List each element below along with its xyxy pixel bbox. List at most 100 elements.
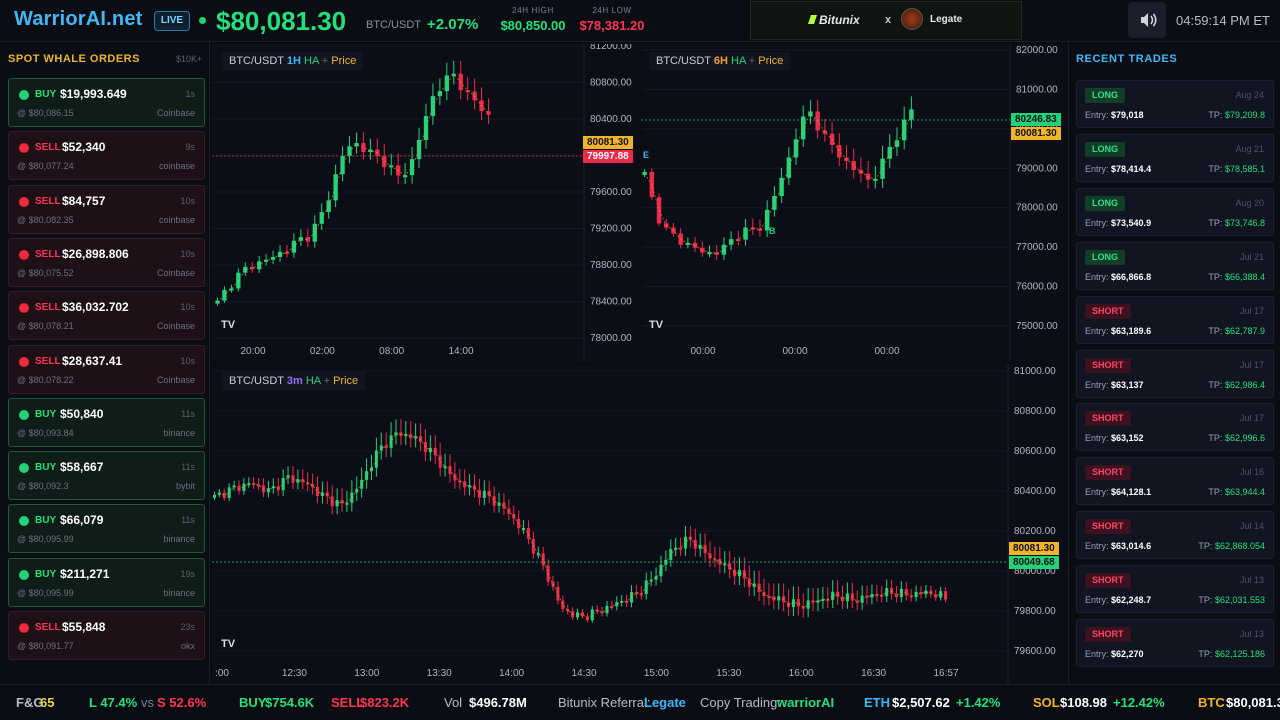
trade-card[interactable]: SHORT Jul 13 Entry: $62,270 TP: $62,125.186	[1076, 619, 1274, 667]
candle	[451, 73, 456, 76]
trade-entry: Entry: $62,248.7	[1085, 595, 1151, 605]
chart-1h-pair: BTC/USDT	[229, 55, 284, 67]
trade-card[interactable]: SHORT Jul 16 Entry: $64,128.1 TP: $63,944.4	[1076, 457, 1274, 506]
candle	[669, 549, 673, 560]
order-exchange: okx	[180, 641, 195, 651]
chart-6h-legend: BTC/USDT 6H HA + Price	[649, 52, 791, 70]
whale-order-card[interactable]: SELL $28,637.41 10s @ $80,078.22 Coinbase	[8, 344, 205, 394]
ticker-fg-value: 65	[40, 695, 55, 710]
candle	[423, 441, 427, 453]
order-price: @ $80,075.52	[17, 267, 74, 278]
trade-card[interactable]: SHORT Jul 17 Entry: $63,152 TP: $62,996.6	[1076, 403, 1274, 452]
whale-order-card[interactable]: SELL $36,032.702 10s @ $80,078.21 Coinbase	[8, 291, 205, 341]
candle	[281, 477, 285, 491]
trade-card[interactable]: SHORT Jul 14 Entry: $63,014.6 TP: $62,868.0…	[1076, 511, 1274, 560]
order-side: SELL	[35, 142, 61, 154]
current-price-tag: 80081.30	[583, 136, 633, 149]
order-exchange: Coinbase	[156, 374, 195, 385]
trade-tp-label: TP:	[1208, 325, 1223, 336]
trade-tp: TP: $62,031.553	[1198, 595, 1265, 605]
sound-toggle-button[interactable]	[1128, 2, 1166, 38]
order-price: @ $80,078.22	[17, 374, 74, 385]
candle	[752, 583, 756, 587]
buy-dot-icon	[19, 463, 29, 474]
trade-card[interactable]: SHORT Jul 13 Entry: $62,248.7 TP: $62,031.5…	[1076, 565, 1274, 614]
whale-order-card[interactable]: SELL $55,848 23s @ $80,091.77 okx	[8, 611, 205, 660]
order-price: @ $80,092.3	[17, 481, 69, 492]
y-axis-tick: 78800.00	[590, 260, 632, 271]
ticker-referral-value[interactable]: Legate	[644, 695, 686, 710]
whale-order-card[interactable]: BUY $19,993.649 1s @ $80,086.15 Coinbase	[8, 78, 205, 127]
whale-order-card[interactable]: SELL $52,340 9s @ $80,077.24 coinbase	[8, 131, 205, 181]
trade-entry: Entry: $73,540.9	[1085, 218, 1151, 228]
order-amount: $211,271	[60, 566, 110, 581]
candle	[212, 494, 216, 498]
trade-tp-label: TP:	[1198, 649, 1213, 659]
whale-order-card[interactable]: BUY $50,840 11s @ $80,093.84 binance	[8, 397, 205, 447]
chart-3m[interactable]: 81000.00 80800.00 80600.00 80400.00 80200.00…	[212, 364, 1066, 684]
x-axis-tick: 16:30	[861, 668, 886, 679]
chart-3m-plus: +	[323, 375, 331, 387]
whale-order-card[interactable]: BUY $211,271 19s @ $80,095.99 binance	[8, 557, 205, 607]
trade-card[interactable]: LONG Jul 21 Entry: $66,866.8 TP: $66,388.4	[1076, 241, 1274, 290]
trade-tp-label: TP:	[1198, 541, 1213, 552]
order-exchange: Coinbase	[156, 108, 195, 118]
chart-1h-canvas[interactable]: 81200.0080800.0080400.0080000.0079600.00…	[212, 44, 640, 362]
order-amount: $28,637.41	[62, 353, 123, 368]
x-axis-tick: 14:00	[499, 668, 524, 679]
candle	[747, 578, 751, 587]
ticker-vs: vs	[141, 695, 154, 710]
y-axis-tick: 80600.00	[1014, 446, 1056, 457]
trade-entry-label: Entry:	[1085, 487, 1109, 498]
ticker-copy-value[interactable]: warriorAI	[777, 695, 834, 710]
whale-order-card[interactable]: SELL $26,898.806 10s @ $80,075.52 Coinbase	[8, 237, 205, 287]
clock: 04:59:14 PM ET	[1176, 13, 1270, 28]
order-amount: $19,993.649	[60, 87, 127, 101]
chart-1h[interactable]: 81200.0080800.0080400.0080000.0079600.00…	[212, 44, 640, 362]
trade-card[interactable]: LONG Aug 24 Entry: $79,018 TP: $79,209.8	[1076, 80, 1274, 128]
trade-card[interactable]: LONG Aug 20 Entry: $73,540.9 TP: $73,746.8	[1076, 187, 1274, 236]
whale-order-card[interactable]: BUY $66,079 11s @ $80,095.99 binance	[8, 504, 205, 554]
chart-3m-price-label: Price	[333, 375, 359, 387]
trade-entry: Entry: $78,414.4	[1085, 164, 1151, 174]
trade-date: Jul 14	[1239, 521, 1264, 532]
trade-card[interactable]: SHORT Jul 17 Entry: $63,137 TP: $62,986.4	[1076, 349, 1274, 398]
order-amount: $50,840	[60, 406, 104, 421]
tradingview-logo-icon: TV	[221, 638, 236, 650]
order-side: SELL	[35, 195, 61, 207]
trade-tp-value: $78,585.1	[1224, 163, 1265, 174]
ticker-referral-label: Bitunix Referral:	[558, 695, 651, 710]
trade-date: Aug 21	[1235, 143, 1264, 154]
sell-dot-icon	[19, 143, 29, 154]
trade-date: Jul 17	[1239, 305, 1264, 316]
candle	[743, 227, 748, 240]
trade-tp: TP: $66,388.4	[1208, 272, 1265, 282]
trade-card[interactable]: LONG Aug 21 Entry: $78,414.4 TP: $78,585.1	[1076, 133, 1274, 182]
chart-3m-canvas[interactable]: 81000.00 80800.00 80600.00 80400.00 80200.00…	[212, 364, 1066, 684]
x-axis-tick: 20:00	[240, 346, 265, 357]
trade-date: Jul 21	[1239, 251, 1264, 262]
chart-3m-pair: BTC/USDT	[229, 375, 284, 387]
price-line	[644, 113, 912, 254]
order-age: 10s	[180, 302, 195, 313]
x-axis-tick: 16:00	[789, 668, 814, 679]
chart-6h[interactable]: 82000.0081000.0080000.0079000.0078000.00…	[641, 44, 1066, 362]
chart-6h-ha: HA	[731, 55, 746, 67]
chart-1h-price-label: Price	[331, 55, 357, 67]
trade-tp: TP: $62,787.9	[1208, 326, 1265, 336]
current-price-tag: 80081.30	[1009, 542, 1059, 555]
trade-tp-value: $63,944.4	[1224, 487, 1265, 498]
trade-entry-label: Entry:	[1085, 325, 1109, 336]
partner-banner[interactable]: Bitunix x Legate	[750, 1, 1022, 40]
order-side: SELL	[35, 355, 61, 367]
chart-6h-canvas[interactable]: 82000.0081000.0080000.0079000.0078000.00…	[641, 44, 1066, 362]
whale-order-card[interactable]: BUY $58,667 11s @ $80,092.3 bybit	[8, 451, 205, 501]
trade-entry-label: Entry:	[1085, 271, 1109, 282]
brand-logo[interactable]: WarriorAI.net	[14, 8, 143, 31]
order-price: @ $80,086.15	[17, 108, 74, 118]
candle	[561, 600, 565, 610]
x-axis-tick: 13:30	[427, 668, 452, 679]
whale-order-card[interactable]: SELL $84,757 10s @ $80,082.35 coinbase	[8, 184, 205, 234]
order-amount: $52,340	[62, 140, 106, 155]
trade-card[interactable]: SHORT Jul 17 Entry: $63,189.6 TP: $62,787.9	[1076, 295, 1274, 344]
